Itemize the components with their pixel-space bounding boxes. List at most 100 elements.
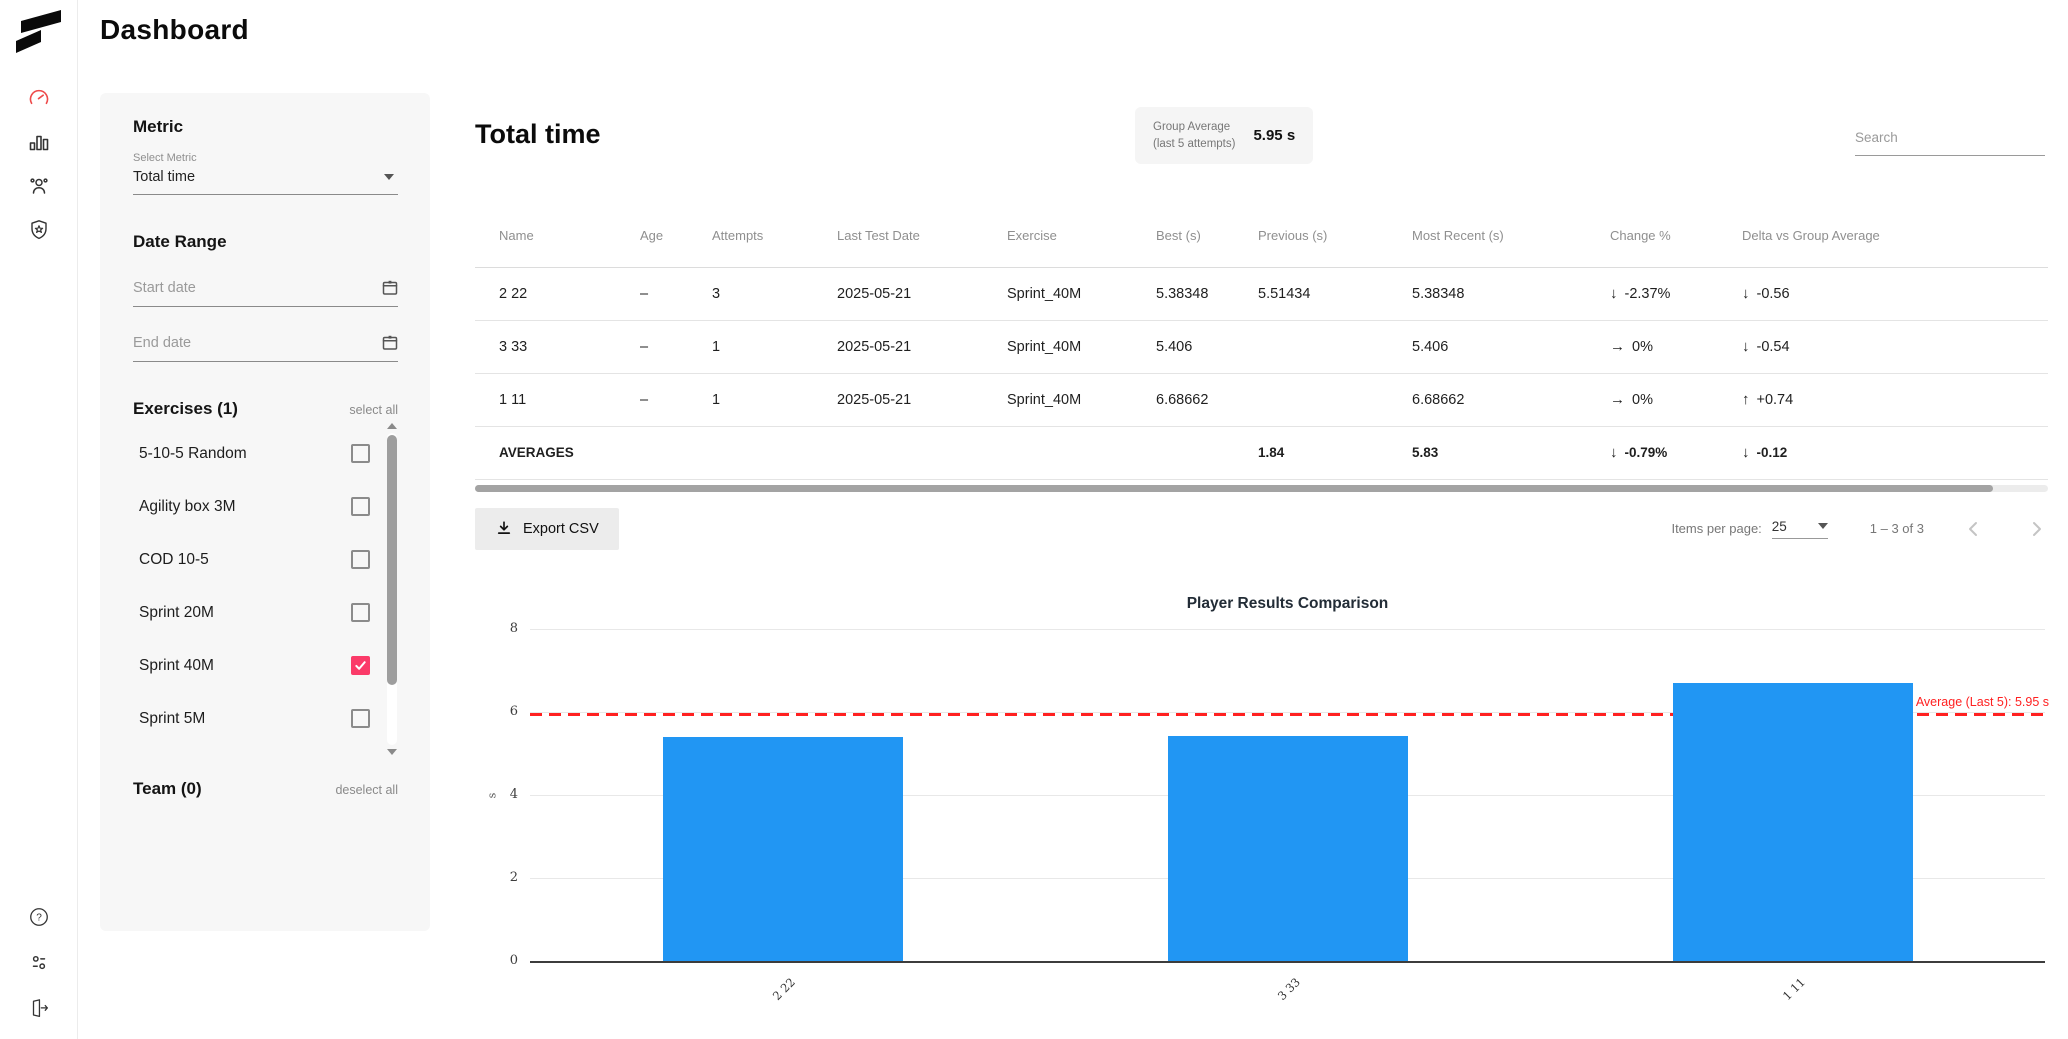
list-item: Sprint 20M (133, 586, 398, 639)
cell-exercise: Sprint_40M (1007, 320, 1156, 374)
exercise-checkbox[interactable] (351, 603, 370, 622)
cell-attempts: 3 (712, 267, 837, 321)
start-date-input[interactable] (133, 279, 382, 296)
exercise-label: 5-10-5 Random (139, 444, 247, 462)
cell-previous (1258, 320, 1412, 374)
col-change: Change % (1610, 205, 1742, 268)
x-tick-label: 3 33 (1274, 974, 1303, 1003)
y-tick-label: 6 (509, 703, 518, 719)
col-most-recent: Most Recent (s) (1412, 205, 1610, 268)
dashboard-gauge-icon[interactable] (27, 86, 51, 110)
help-icon[interactable]: ? (27, 905, 51, 929)
exercise-label: Sprint 5M (139, 709, 206, 727)
table-row: 2 22 – 3 2025-05-21 Sprint_40M 5.38348 5… (475, 267, 2048, 321)
x-tick-label: 2 22 (769, 974, 798, 1003)
cell-previous: 1.84 (1258, 426, 1412, 480)
exercise-checkbox[interactable] (351, 444, 370, 463)
y-tick-label: 8 (509, 620, 518, 636)
cell-best: 5.38348 (1156, 267, 1258, 321)
cell-delta: ↓ -0.12 (1742, 426, 2048, 480)
exercise-checkbox[interactable] (351, 709, 370, 728)
list-item: Agility box 3M (133, 480, 398, 533)
exercise-label: Sprint 40M (139, 656, 214, 674)
logout-icon[interactable] (27, 997, 51, 1021)
group-average-label: Group Average (last 5 attempts) (1153, 121, 1236, 150)
y-tick-label: 4 (509, 786, 518, 802)
cell-exercise: Sprint_40M (1007, 373, 1156, 427)
col-previous: Previous (s) (1258, 205, 1412, 268)
scroll-down-arrow[interactable] (387, 749, 397, 755)
pagination: Items per page: 25 1 – 3 of 3 (1671, 517, 2048, 541)
averages-row: AVERAGES 1.84 5.83 ↓ -0.79% ↓ -0.12 (475, 426, 2048, 480)
rail-nav (27, 86, 51, 242)
reports-bar-chart-icon[interactable] (27, 130, 51, 154)
cell-exercise: Sprint_40M (1007, 267, 1156, 321)
y-tick-label: 2 (509, 869, 518, 885)
content-topbar: Total time Group Average (last 5 attempt… (475, 93, 2048, 185)
cell-previous (1258, 373, 1412, 427)
items-per-page-select[interactable]: 25 (1771, 519, 1828, 539)
filter-panel: Metric Select Metric Total time Date Ran… (100, 93, 430, 931)
list-item: Sprint 40M (133, 639, 398, 692)
bar[interactable] (1167, 736, 1408, 961)
cell-change: → 0% (1610, 320, 1742, 374)
table-horizontal-scrollbar[interactable] (475, 484, 2048, 492)
group-average-value: 5.95 s (1253, 127, 1296, 145)
end-date-input[interactable] (133, 334, 382, 351)
x-tick-label: 1 11 (1779, 974, 1808, 1003)
dashboard-page: ? Dashboard Metric Select Metric Total t… (0, 0, 2068, 1039)
cell-delta: ↓ -0.56 (1742, 267, 2048, 321)
exercise-checkbox[interactable] (351, 497, 370, 516)
left-icon-rail: ? (0, 0, 78, 1039)
cell-best: 5.406 (1156, 320, 1258, 374)
cell-name: 3 33 (475, 320, 640, 374)
down-arrow-icon: ↓ (1610, 285, 1618, 302)
cell-previous: 5.51434 (1258, 267, 1412, 321)
exercise-list: 5-10-5 Random Agility box 3M COD 10-5 Sp… (133, 423, 398, 755)
end-date-field (133, 334, 398, 362)
right-arrow-icon: → (1610, 391, 1625, 408)
y-tick-label: 0 (509, 952, 518, 968)
calendar-icon[interactable] (382, 279, 398, 296)
deselect-all-link[interactable]: deselect all (335, 783, 398, 797)
cell-age: – (640, 267, 712, 321)
cell-change: ↓ -0.79% (1610, 426, 1742, 480)
search-input[interactable] (1855, 130, 2045, 145)
cell-most-recent: 6.68662 (1412, 373, 1610, 427)
chart-title: Player Results Comparison (1186, 594, 1389, 612)
calendar-icon[interactable] (382, 334, 398, 351)
list-item: COD 10-5 (133, 533, 398, 586)
chart-plot-area: 0 2 4 6 8 Group Average (Last 5): 5.95 s2 22 3… (510, 621, 2049, 1003)
metric-select[interactable]: Total time (133, 164, 398, 195)
previous-page-button[interactable] (1962, 517, 1986, 541)
download-icon (497, 520, 511, 534)
settings-sliders-icon[interactable] (27, 951, 51, 975)
scrollbar-thumb[interactable] (387, 435, 397, 685)
exercise-list-scrollbar (386, 423, 398, 755)
exercise-checkbox-checked[interactable] (351, 656, 370, 675)
scrollbar-thumb[interactable] (475, 484, 1993, 492)
metric-page-title: Total time (475, 119, 601, 149)
down-arrow-icon: ↓ (1742, 444, 1750, 461)
cell-most-recent: 5.83 (1412, 426, 1610, 480)
cell-age: – (640, 320, 712, 374)
next-page-button[interactable] (2024, 517, 2048, 541)
down-arrow-icon: ↓ (1610, 444, 1618, 461)
page-range-label: 1 – 3 of 3 (1869, 521, 1924, 536)
list-item: 5-10-5 Random (133, 427, 398, 480)
gridline (530, 628, 2045, 630)
bar[interactable] (662, 737, 903, 961)
export-csv-button[interactable]: Export CSV (475, 507, 619, 550)
bar[interactable] (1672, 683, 1913, 961)
exercise-checkbox[interactable] (351, 550, 370, 569)
athletes-group-icon[interactable] (27, 174, 51, 198)
team-heading: Team (0) (133, 779, 202, 798)
chevron-down-icon (1817, 523, 1828, 529)
app-logo-icon[interactable] (15, 10, 62, 54)
scroll-up-arrow[interactable] (387, 423, 397, 429)
chevron-down-icon (384, 174, 394, 180)
table-toolbar: Export CSV Items per page: 25 1 – 3 of 3 (475, 507, 2048, 551)
table-row: 3 33 – 1 2025-05-21 Sprint_40M 5.406 5.4… (475, 320, 2048, 374)
admin-shield-icon[interactable] (27, 218, 51, 242)
select-all-link[interactable]: select all (349, 403, 398, 417)
